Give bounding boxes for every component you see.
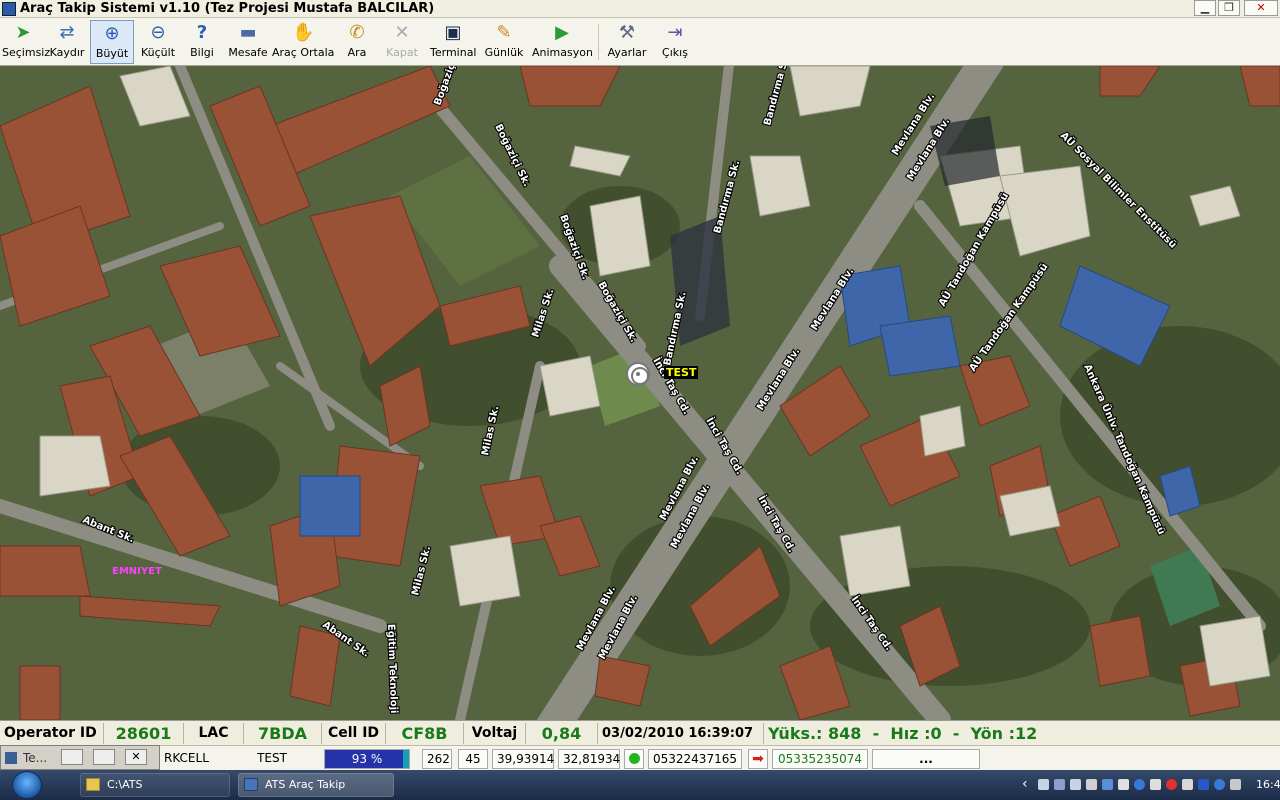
volume-icon[interactable] xyxy=(1230,779,1241,790)
system-tray: ‹ 16:42 xyxy=(1020,770,1280,800)
start-button[interactable] xyxy=(12,771,42,799)
green-dot-icon xyxy=(628,753,640,764)
terminal-icon: ▣ xyxy=(444,22,462,43)
phone-number-2: 05335235074 xyxy=(772,749,868,769)
signal-strength-text: 93 % xyxy=(351,752,383,766)
minimized-window-title: Te... xyxy=(23,751,48,765)
exit-icon: ⇥ xyxy=(667,22,683,43)
vehicle-marker-label: TEST xyxy=(664,366,699,379)
blocked-icon[interactable] xyxy=(1166,779,1177,790)
altitude-speed-heading: Yüks.: 848 - Hız :0 - Yön :12 xyxy=(768,724,1038,743)
bluetooth-2-icon[interactable] xyxy=(1214,779,1225,790)
tool-terminal-button[interactable]: ▣ Terminal xyxy=(430,20,477,64)
gsm-operator-name: RKCELL xyxy=(160,749,222,769)
voltage-value: 0,84 xyxy=(526,723,598,744)
vehicle-marker[interactable] xyxy=(626,362,650,386)
settings-icon: ⚒ xyxy=(618,22,636,43)
minimized-window[interactable]: Te... ✕ xyxy=(0,745,160,770)
tray-expand-icon[interactable]: ‹ xyxy=(1022,776,1028,792)
value-262: 262 xyxy=(422,749,452,769)
cell-id-value: CF8B xyxy=(386,723,464,744)
tool-animasyon-button[interactable]: ▶ Animasyon xyxy=(532,20,593,64)
tool-bilgi-button[interactable]: ? Bilgi xyxy=(184,20,220,64)
tool-mesafe-button[interactable]: ▬ Mesafe xyxy=(226,20,270,64)
taskbar-item-ats-folder[interactable]: C:\ATS xyxy=(80,773,230,797)
monitor-icon[interactable] xyxy=(1054,779,1065,790)
mouse-icon[interactable] xyxy=(1086,779,1097,790)
close-icon: ✕ xyxy=(394,22,410,43)
maximize-child-button[interactable] xyxy=(93,749,115,765)
tool-arac-ortala-button[interactable]: ✋ Araç Ortala xyxy=(272,20,334,64)
phone-number-1: 05322437165 xyxy=(648,749,742,769)
tool-kapat-button[interactable]: ✕ Kapat xyxy=(382,20,422,64)
ruler-icon: ▬ xyxy=(239,22,257,43)
wifi-icon[interactable] xyxy=(1182,779,1193,790)
tool-ara-button[interactable]: ✆ Ara xyxy=(340,20,374,64)
map-imagery: Boğaziçi Sk. Boğaziçi Sk. Boğaziçi Sk. B… xyxy=(0,66,1280,720)
play-icon: ▶ xyxy=(555,22,569,43)
cell-id-label: Cell ID xyxy=(322,723,386,744)
tool-cikis-button[interactable]: ⇥ Çıkış xyxy=(656,20,694,64)
minimize-button[interactable]: ▁ xyxy=(1194,0,1216,16)
value-45: 45 xyxy=(458,749,488,769)
zoom-in-icon: ⊕ xyxy=(104,23,120,44)
app-icon xyxy=(2,2,16,16)
arrow-icon: ➤ xyxy=(15,22,31,43)
lac-label: LAC xyxy=(184,723,244,744)
longitude-value: 32,81934 xyxy=(558,749,620,769)
taskbar-item-ats-app[interactable]: ATS Araç Takip xyxy=(238,773,394,797)
tool-kaydir-button[interactable]: ⇄ Kaydır xyxy=(48,20,86,64)
terminal-window-icon xyxy=(5,752,17,764)
more-info[interactable]: ... xyxy=(872,749,980,769)
shield-icon[interactable] xyxy=(1118,779,1129,790)
printer-icon[interactable] xyxy=(1150,779,1161,790)
maximize-button[interactable]: ❐ xyxy=(1218,0,1240,16)
vehicle-status-bar: Operator ID 28601 LAC 7BDA Cell ID CF8B … xyxy=(0,720,1280,745)
usb-icon[interactable] xyxy=(1102,779,1113,790)
bluetooth-icon[interactable] xyxy=(1134,779,1145,790)
tool-ayarlar-button[interactable]: ⚒ Ayarlar xyxy=(606,20,648,64)
network-icon[interactable] xyxy=(1038,779,1049,790)
right-arrow-icon[interactable]: ➡ xyxy=(748,749,768,769)
center-vehicle-icon: ✋ xyxy=(292,22,315,43)
toolbar-separator xyxy=(598,24,599,60)
lac-value: 7BDA xyxy=(244,723,322,744)
satellite-map[interactable]: Boğaziçi Sk. Boğaziçi Sk. Boğaziçi Sk. B… xyxy=(0,66,1280,720)
voltage-label: Voltaj xyxy=(464,723,526,744)
device-icon[interactable] xyxy=(1070,779,1081,790)
tool-secimsiz-button[interactable]: ➤ Seçimsiz xyxy=(2,20,50,64)
poi-label: EMNIYET xyxy=(112,566,162,577)
folder-icon xyxy=(86,778,100,791)
log-icon: ✎ xyxy=(496,22,512,43)
clock[interactable]: 16:42 xyxy=(1256,778,1280,791)
zoom-out-icon: ⊖ xyxy=(150,22,166,43)
tool-buyut-button[interactable]: ⊕ Büyüt xyxy=(90,20,134,64)
status-indicator xyxy=(624,749,644,769)
signal-strength-bar: 93 % xyxy=(324,749,410,769)
gps-status-bar: RKCELL TEST 93 % 262 45 39,93914 32,8193… xyxy=(0,745,1280,770)
title-bar: Araç Takip Sistemi v1.10 (Tez Projesi Mu… xyxy=(0,0,1280,18)
app-icon xyxy=(244,778,258,791)
window-title: Araç Takip Sistemi v1.10 (Tez Projesi Mu… xyxy=(20,1,435,16)
close-child-button[interactable]: ✕ xyxy=(125,749,147,765)
latitude-value: 39,93914 xyxy=(492,749,554,769)
datetime-value: 03/02/2010 16:39:07 xyxy=(598,723,764,744)
restore-button[interactable] xyxy=(61,749,83,765)
info-icon: ? xyxy=(196,22,208,43)
device-name: TEST xyxy=(224,749,320,769)
phone-icon: ✆ xyxy=(349,22,365,43)
operator-id-value: 28601 xyxy=(104,723,184,744)
toolbar: ➤ Seçimsiz ⇄ Kaydır ⊕ Büyüt ⊖ Küçült ? B… xyxy=(0,18,1280,66)
tool-gunluk-button[interactable]: ✎ Günlük xyxy=(484,20,524,64)
pan-icon: ⇄ xyxy=(59,22,75,43)
tool-kucult-button[interactable]: ⊖ Küçült xyxy=(138,20,178,64)
close-button[interactable]: ✕ xyxy=(1244,0,1278,16)
operator-id-label: Operator ID xyxy=(0,723,104,744)
taskbar: C:\ATS ATS Araç Takip ‹ 16:42 xyxy=(0,770,1280,800)
security-icon[interactable] xyxy=(1198,779,1209,790)
